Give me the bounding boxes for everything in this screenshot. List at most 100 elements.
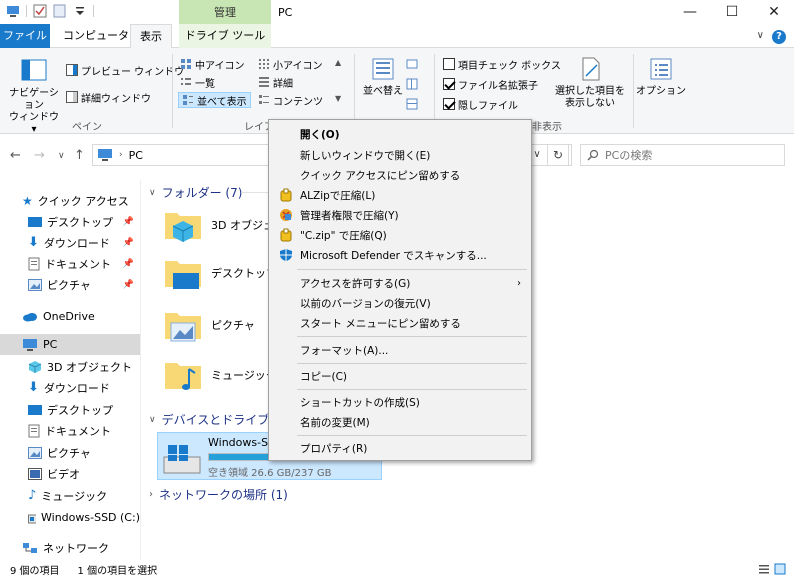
hide-selected-button[interactable]: 選択した項目を 表示しない bbox=[548, 56, 632, 110]
nav-onedrive[interactable]: OneDrive bbox=[0, 306, 140, 327]
menu-open[interactable]: 開く(O) bbox=[271, 124, 529, 144]
menu-defender-scan[interactable]: Microsoft Defender でスキャンする... bbox=[271, 245, 529, 265]
group-by-button[interactable] bbox=[406, 56, 418, 72]
nav-quick-access[interactable]: ★ クイック アクセス bbox=[0, 190, 140, 211]
network-section-header[interactable]: › ネットワークの場所 (1) bbox=[149, 486, 288, 503]
help-icon[interactable]: ? bbox=[772, 30, 786, 44]
menu-rename[interactable]: 名前の変更(M) bbox=[271, 412, 529, 432]
options-button[interactable]: オプション bbox=[636, 56, 686, 98]
minimize-button[interactable]: — bbox=[670, 0, 710, 24]
collapse-ribbon-icon[interactable]: ∨ bbox=[757, 30, 764, 41]
customize-qat-icon[interactable] bbox=[73, 4, 87, 18]
menu-alzip[interactable]: ALZipで圧縮(L) bbox=[271, 185, 529, 205]
nav-documents[interactable]: ドキュメント 📌 bbox=[0, 253, 140, 274]
folder-desktop[interactable]: デスクトップ bbox=[163, 253, 277, 293]
layout-scroll-up-icon[interactable]: ▲ bbox=[335, 58, 341, 67]
properties-check-icon[interactable] bbox=[33, 4, 47, 18]
collapse-chevron-icon[interactable]: ∨ bbox=[149, 188, 156, 198]
hidden-items-toggle[interactable]: 隠しファイル bbox=[443, 96, 518, 112]
star-icon: ★ bbox=[22, 193, 33, 208]
up-arrow-icon[interactable]: ↑ bbox=[74, 148, 85, 163]
nav-pc[interactable]: PC bbox=[0, 334, 140, 355]
menu-format[interactable]: フォーマット(A)... bbox=[271, 340, 529, 360]
nav-pictures[interactable]: ピクチャ 📌 bbox=[0, 274, 140, 295]
details-layout-icon[interactable] bbox=[758, 563, 770, 575]
medium-icons-button[interactable]: 中アイコン bbox=[180, 56, 245, 72]
pin-icon[interactable]: 📌 bbox=[123, 259, 134, 269]
nav-3d-objects[interactable]: 3D オブジェクト bbox=[0, 356, 140, 377]
size-columns-button[interactable] bbox=[406, 96, 418, 112]
nav-downloads[interactable]: ⬇ ダウンロード 📌 bbox=[0, 232, 140, 253]
nav-pictures-pc[interactable]: ピクチャ bbox=[0, 442, 140, 463]
content-view-label: コンテンツ bbox=[273, 96, 323, 108]
nav-network[interactable]: ネットワーク bbox=[0, 537, 140, 558]
menu-copy[interactable]: コピー(C) bbox=[271, 366, 529, 386]
menu-restore-versions[interactable]: 以前のバージョンの復元(V) bbox=[271, 293, 529, 313]
nav-music-label: ミュージック bbox=[41, 489, 108, 503]
menu-open-new-window[interactable]: 新しいウィンドウで開く(E) bbox=[271, 145, 529, 165]
nav-documents-label: ドキュメント bbox=[45, 257, 111, 271]
forward-arrow-icon[interactable]: → bbox=[34, 148, 45, 163]
folder-music[interactable]: ミュージック bbox=[163, 355, 277, 395]
menu-pin-quick-access[interactable]: クイック アクセスにピン留めする bbox=[271, 165, 529, 185]
details-view-button[interactable]: 詳細 bbox=[258, 74, 293, 90]
nav-desktop[interactable]: デスクトップ 📌 bbox=[0, 211, 140, 232]
manage-tab[interactable]: 管理 bbox=[179, 0, 271, 24]
layout-more-icon[interactable]: ▼ bbox=[335, 94, 341, 103]
video-icon bbox=[28, 467, 42, 480]
nav-windows-ssd[interactable]: Windows-SSD (C:) bbox=[0, 507, 140, 528]
refresh-icon[interactable]: ↻ bbox=[547, 144, 569, 166]
recent-locations-icon[interactable]: ∨ bbox=[58, 151, 65, 161]
menu-pin-start[interactable]: スタート メニューにピン留めする bbox=[271, 313, 529, 333]
nav-videos[interactable]: ビデオ bbox=[0, 463, 140, 484]
folder-pictures[interactable]: ピクチャ bbox=[163, 305, 255, 345]
computer-icon[interactable] bbox=[6, 4, 20, 18]
nav-documents-pc[interactable]: ドキュメント bbox=[0, 420, 140, 441]
list-view-button[interactable]: 一覧 bbox=[180, 74, 215, 90]
new-folder-icon[interactable] bbox=[53, 4, 67, 18]
file-extensions-checkbox[interactable] bbox=[443, 78, 455, 90]
navigation-pane-button[interactable]: ナビゲーション ウィンドウ ▾ bbox=[6, 58, 62, 136]
collapse-chevron-icon[interactable]: ∨ bbox=[149, 415, 156, 425]
menu-alzip-admin-label: 管理者権限で圧縮(Y) bbox=[300, 209, 399, 222]
item-checkboxes-checkbox[interactable] bbox=[443, 58, 455, 70]
expand-chevron-icon[interactable]: › bbox=[149, 489, 153, 500]
back-arrow-icon[interactable]: ← bbox=[10, 148, 21, 163]
content-view-icon bbox=[259, 95, 269, 104]
menu-alzip-czip[interactable]: "C.zip" で圧縮(Q) bbox=[271, 225, 529, 245]
nav-desktop-pc[interactable]: デスクトップ bbox=[0, 399, 140, 420]
pin-icon[interactable]: 📌 bbox=[123, 217, 134, 227]
close-button[interactable]: ✕ bbox=[754, 0, 794, 24]
folders-section-header[interactable]: ∨ フォルダー (7) bbox=[149, 184, 242, 201]
sort-by-button[interactable]: 並べ替え bbox=[360, 56, 406, 98]
small-icons-button[interactable]: 小アイコン bbox=[258, 56, 323, 72]
large-icons-layout-icon[interactable] bbox=[774, 563, 786, 575]
nav-downloads-pc[interactable]: ⬇ ダウンロード bbox=[0, 377, 140, 398]
menu-properties[interactable]: プロパティ(R) bbox=[271, 438, 529, 458]
item-checkboxes-toggle[interactable]: 項目チェック ボックス bbox=[443, 56, 561, 72]
breadcrumb-chevron-icon[interactable]: › bbox=[119, 150, 123, 160]
menu-restore-versions-label: 以前のバージョンの復元(V) bbox=[300, 297, 431, 310]
pin-icon[interactable]: 📌 bbox=[123, 280, 134, 290]
tiles-view-button[interactable]: 並べて表示 bbox=[178, 92, 251, 108]
pin-icon[interactable]: 📌 bbox=[123, 238, 134, 248]
tab-view[interactable]: 表示 bbox=[130, 24, 172, 49]
maximize-button[interactable]: ☐ bbox=[712, 0, 752, 24]
file-extensions-toggle[interactable]: ファイル名拡張子 bbox=[443, 76, 538, 92]
menu-alzip-admin[interactable]: 管理者権限で圧縮(Y) bbox=[271, 205, 529, 225]
preview-pane-button[interactable]: プレビュー ウィンドウ bbox=[66, 62, 184, 78]
devices-header-label: デバイスとドライブ (1 bbox=[161, 413, 286, 427]
breadcrumb-pc[interactable]: PC bbox=[129, 149, 143, 162]
search-input[interactable]: PCの検索 bbox=[580, 144, 785, 166]
details-pane-button[interactable]: 詳細ウィンドウ bbox=[66, 89, 151, 105]
content-view-button[interactable]: コンテンツ bbox=[258, 92, 323, 108]
nav-music[interactable]: ♪ ミュージック bbox=[0, 485, 140, 506]
add-columns-button[interactable] bbox=[406, 76, 418, 92]
devices-section-header[interactable]: ∨ デバイスとドライブ (1 bbox=[149, 411, 285, 428]
tab-file[interactable]: ファイル bbox=[0, 24, 50, 48]
menu-create-shortcut[interactable]: ショートカットの作成(S) bbox=[271, 392, 529, 412]
tab-drive-tools[interactable]: ドライブ ツール bbox=[179, 24, 271, 48]
group-by-icon bbox=[406, 59, 418, 69]
menu-give-access[interactable]: アクセスを許可する(G) › bbox=[271, 273, 529, 293]
hidden-items-checkbox[interactable] bbox=[443, 98, 455, 110]
